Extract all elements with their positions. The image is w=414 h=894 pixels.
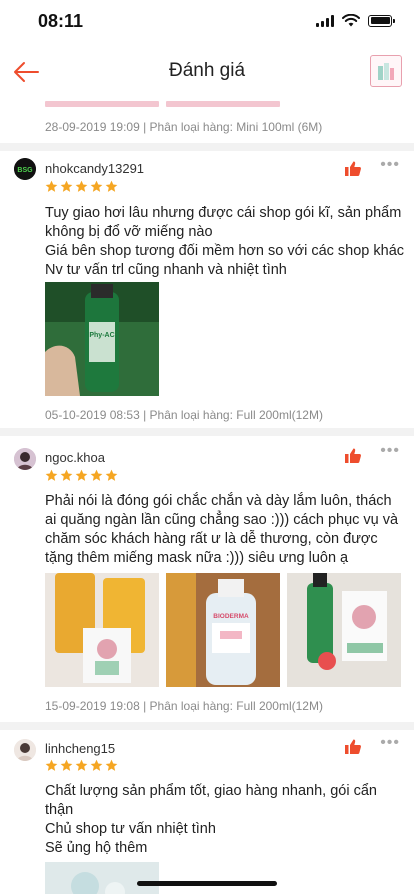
review-line: Chất lượng sản phẩm tốt, giao hàng nhanh… [45, 783, 377, 799]
product-photo: BIODERMA [166, 573, 280, 687]
review-text: Chất lượng sản phẩm tốt, giao hàng nhanh… [45, 782, 405, 858]
review-text: Phải nói là đóng gói chắc chắn và dày lắ… [45, 492, 405, 568]
product-photo [45, 862, 159, 894]
status-icons [316, 14, 395, 27]
divider [0, 143, 414, 151]
cellular-signal-icon [316, 14, 334, 27]
star-icon [60, 759, 73, 771]
like-icon[interactable] [344, 447, 362, 465]
review-photo[interactable] [287, 573, 401, 687]
like-icon[interactable] [344, 160, 362, 178]
avatar-image [14, 739, 36, 761]
status-bar: 08:11 [0, 0, 414, 44]
battery-icon [368, 14, 395, 27]
wifi-icon [342, 14, 360, 27]
review-line: Sẽ ủng hộ thêm [45, 840, 148, 856]
review-photo[interactable]: BIODERMA [166, 573, 280, 687]
navigation-bar: Đánh giá [0, 44, 414, 100]
review-photo[interactable] [45, 862, 159, 894]
home-indicator [137, 881, 277, 886]
review-item: ngoc.khoa ••• Phải nói là đóng gói chắc … [0, 436, 414, 721]
product-icon [378, 63, 394, 80]
page-title: Đánh giá [168, 60, 246, 81]
svg-text:BSG: BSG [17, 167, 33, 174]
star-icon [45, 469, 58, 481]
star-icon [90, 759, 103, 771]
review-line: tặng thêm miếng mask nữa :))) siêu ưng l… [45, 550, 349, 566]
photo-label-text: Phy-AC [89, 332, 114, 339]
review-item: BSG nhokcandy13291 ••• Tuy giao hơi lâu … [0, 151, 414, 426]
review-meta: 05-10-2019 08:53 | Phân loại hàng: Full … [45, 408, 323, 422]
review-meta: 28-09-2019 19:09 | Phân loại hàng: Mini … [45, 120, 323, 134]
product-photo [287, 573, 401, 687]
avatar[interactable] [14, 739, 36, 761]
previous-photo-strip [45, 101, 159, 107]
review-photo[interactable] [45, 573, 159, 687]
star-icon [45, 180, 58, 192]
product-photo: Phy-AC [45, 282, 159, 396]
product-photo [45, 573, 159, 687]
photo-label-text: BIODERMA [213, 613, 249, 620]
star-icon [75, 180, 88, 192]
avatar-image: BSG [14, 158, 36, 180]
review-photo[interactable]: Phy-AC [45, 282, 159, 396]
divider [0, 428, 414, 436]
divider [0, 722, 414, 730]
star-icon [105, 180, 118, 192]
review-text: Tuy giao hơi lâu nhưng được cái shop gói… [45, 204, 405, 280]
star-icon [75, 469, 88, 481]
star-icon [105, 469, 118, 481]
review-line: Phải nói là đóng gói chắc chắn và dày lắ… [45, 493, 392, 509]
review-username[interactable]: linhcheng15 [45, 741, 115, 756]
star-icon [60, 180, 73, 192]
review-item: linhcheng15 ••• Chất lượng sản phẩm tốt,… [0, 730, 414, 894]
star-icon [45, 759, 58, 771]
star-icon [60, 469, 73, 481]
review-line: Chủ shop tư vấn nhiệt tình [45, 821, 216, 837]
review-line: không bị đổ vỡ miếng nào [45, 224, 213, 240]
review-line: chăm sóc khách hàng rất ư là dễ thương, … [45, 531, 378, 547]
more-options-icon[interactable]: ••• [380, 734, 400, 752]
review-line: Nv tư vấn trl cũng nhanh và nhiệt tình [45, 262, 287, 278]
previous-photo-strip [166, 101, 280, 107]
review-line: Tuy giao hơi lâu nhưng được cái shop gói… [45, 205, 402, 221]
review-username[interactable]: nhokcandy13291 [45, 161, 144, 176]
review-line: Giá bên shop tương đối mềm hơn so với cá… [45, 243, 405, 259]
status-time: 08:11 [38, 11, 84, 31]
star-rating [45, 180, 118, 193]
star-rating [45, 759, 118, 772]
avatar-image [14, 448, 36, 470]
review-line: thận [45, 802, 74, 818]
more-options-icon[interactable]: ••• [380, 156, 400, 174]
product-thumbnail[interactable] [370, 55, 402, 87]
review-meta: 15-09-2019 19:08 | Phân loại hàng: Full … [45, 699, 323, 713]
more-options-icon[interactable]: ••• [380, 442, 400, 460]
review-line: ai quăng ngàn lần cũng chẳng sao :))) cá… [45, 512, 399, 528]
avatar[interactable] [14, 448, 36, 470]
avatar[interactable]: BSG [14, 158, 36, 180]
star-icon [90, 469, 103, 481]
star-icon [90, 180, 103, 192]
review-username[interactable]: ngoc.khoa [45, 450, 105, 465]
star-icon [75, 759, 88, 771]
like-icon[interactable] [344, 738, 362, 756]
star-icon [105, 759, 118, 771]
star-rating [45, 469, 118, 482]
